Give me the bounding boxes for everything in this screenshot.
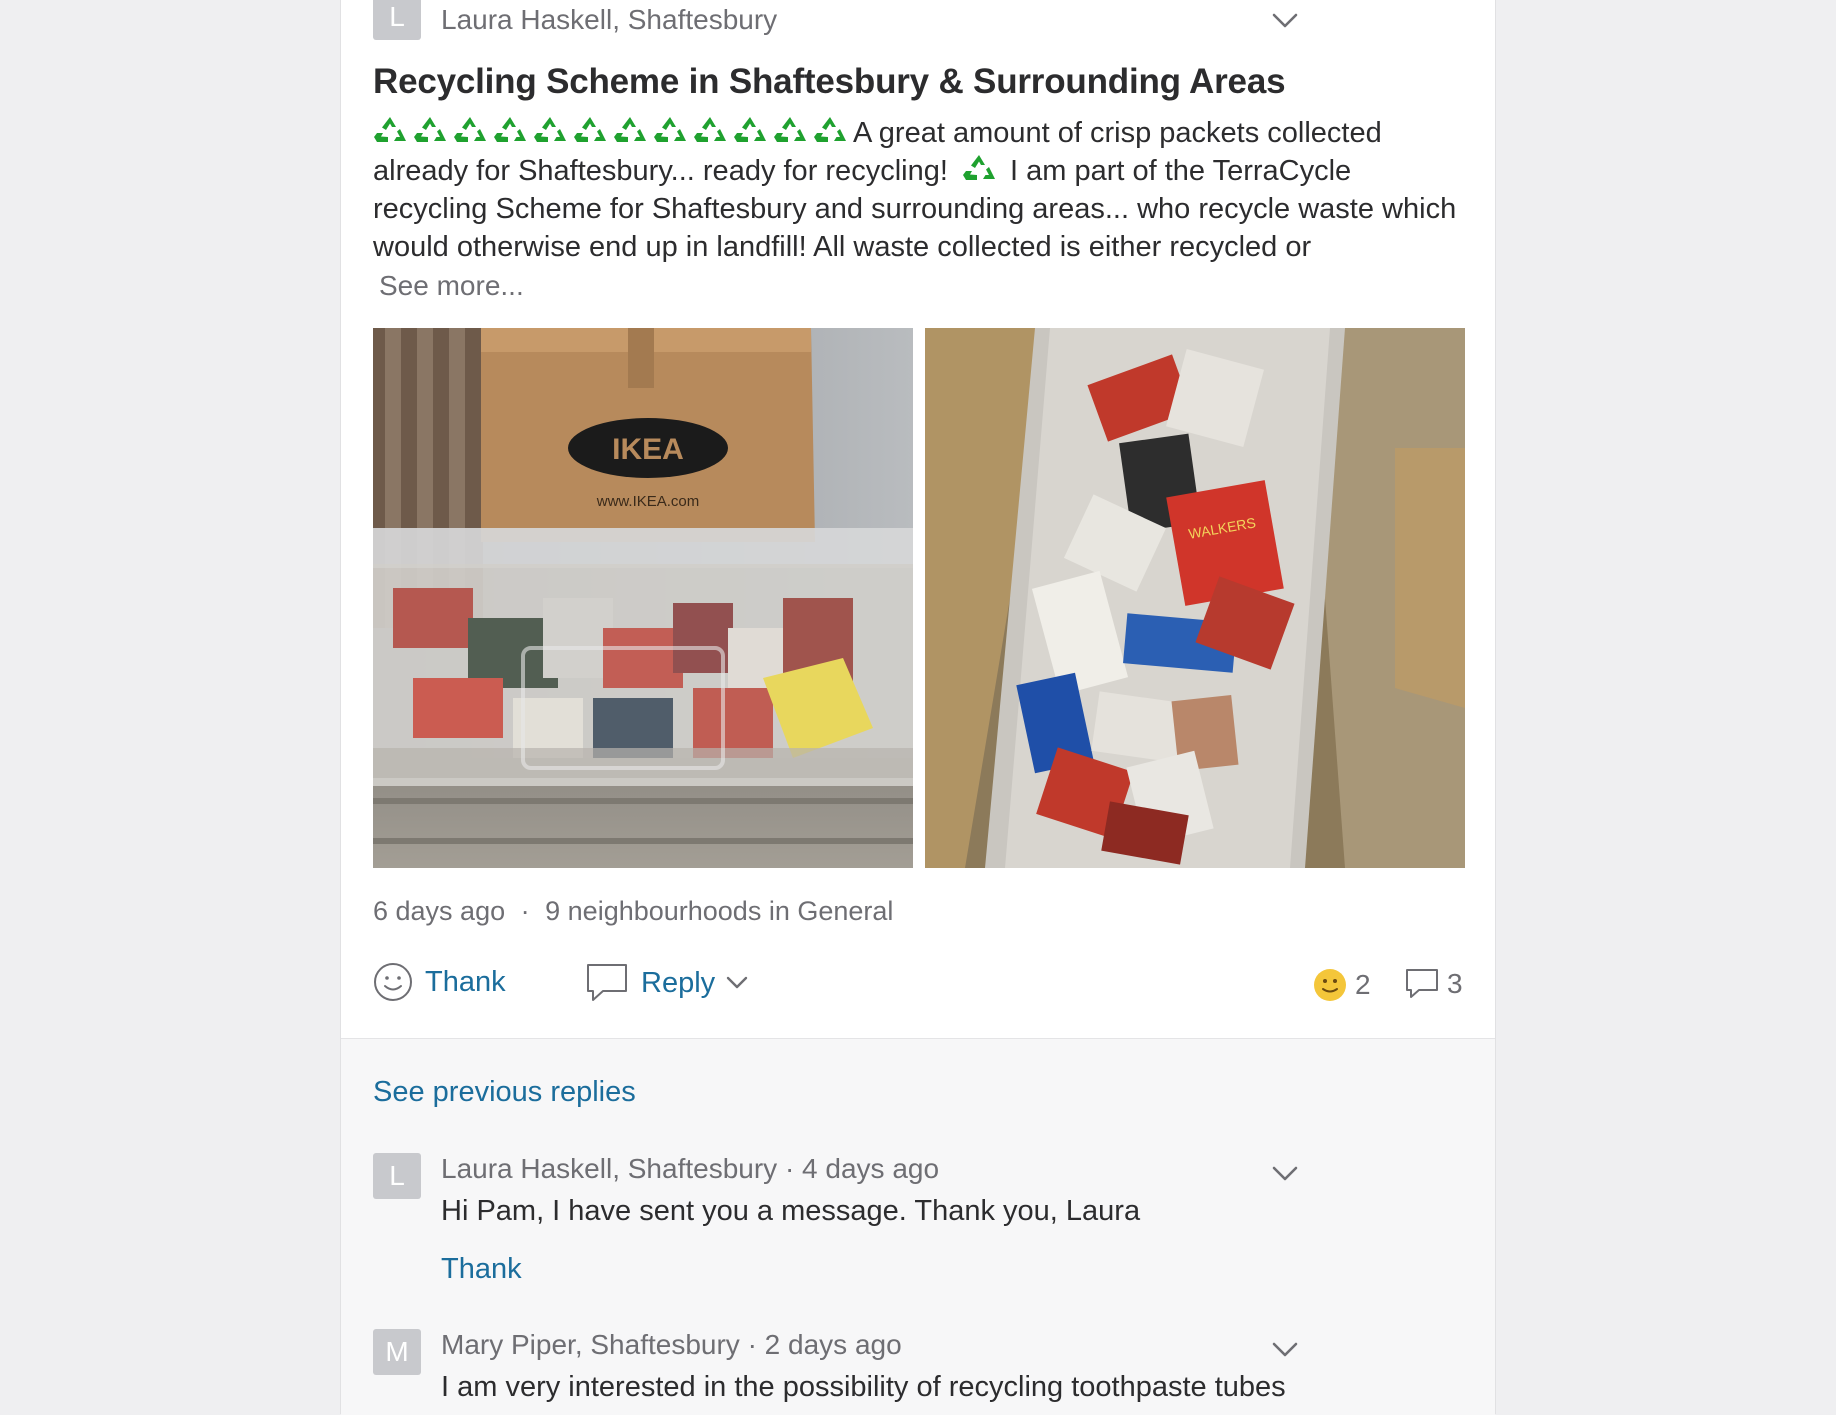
reply-avatar[interactable]: L: [373, 1153, 421, 1199]
recycle-icon: [494, 117, 526, 142]
post-age[interactable]: 6 days ago: [373, 896, 505, 926]
recycle-icon: [962, 155, 995, 180]
post-card: L Laura Haskell, Shaftesbury Recycling S…: [340, 0, 1496, 1415]
see-more-link[interactable]: See more...: [379, 270, 524, 302]
reply-author[interactable]: Mary Piper, Shaftesbury · 2 days ago: [441, 1329, 902, 1361]
reply-author[interactable]: Laura Haskell, Shaftesbury · 4 days ago: [441, 1153, 939, 1185]
post-author[interactable]: Laura Haskell, Shaftesbury: [441, 4, 777, 36]
post-options-chevron-icon[interactable]: [1271, 12, 1299, 30]
reply-options-chevron-icon[interactable]: [1271, 1341, 1299, 1359]
chevron-down-icon[interactable]: [725, 975, 749, 991]
reply-button[interactable]: Reply: [585, 962, 749, 1004]
ikea-box-label: IKEA: [612, 433, 684, 466]
recycle-icon: [614, 117, 646, 142]
recycle-icon: [374, 117, 406, 142]
replies-section: See previous replies L Laura Haskell, Sh…: [341, 1038, 1495, 1415]
thanks-count-value: 2: [1355, 969, 1371, 1000]
recycle-icon: [654, 117, 686, 142]
see-previous-replies-link[interactable]: See previous replies: [373, 1076, 636, 1109]
recycle-icon: [774, 117, 806, 142]
replies-count[interactable]: 3: [1405, 968, 1463, 1000]
meta-separator: ·: [520, 896, 530, 926]
thank-label: Thank: [425, 965, 506, 998]
thank-button[interactable]: Thank: [373, 962, 506, 1002]
comment-icon: [1406, 969, 1438, 998]
reply-thank-button[interactable]: Thank: [441, 1253, 522, 1286]
post-meta: 6 days ago · 9 neighbourhoods in General: [373, 896, 893, 927]
author-avatar[interactable]: L: [373, 0, 421, 40]
recycle-icon: [814, 117, 846, 142]
speech-bubble-icon: [587, 964, 627, 1001]
thanks-count[interactable]: 2: [1313, 968, 1371, 1002]
smiley-emoji-icon: [1314, 969, 1346, 1001]
recycle-icon: [734, 117, 766, 142]
recycle-icon: [694, 117, 726, 142]
reply-text: I am very interested in the possibility …: [441, 1371, 1286, 1403]
reply-label: Reply: [641, 966, 716, 999]
replies-count-value: 3: [1447, 968, 1463, 999]
recycle-icons: [373, 117, 853, 149]
reply-options-chevron-icon[interactable]: [1271, 1165, 1299, 1183]
ikea-box-url: www.IKEA.com: [596, 493, 700, 510]
reply-avatar[interactable]: M: [373, 1329, 421, 1375]
recycle-icon: [454, 117, 486, 142]
reply-text: Hi Pam, I have sent you a message. Thank…: [441, 1195, 1141, 1227]
post-title[interactable]: Recycling Scheme in Shaftesbury & Surrou…: [373, 62, 1286, 102]
recycle-icon: [534, 117, 566, 142]
recycle-icon: [414, 117, 446, 142]
crisp-packets-photo[interactable]: WALKERS: [925, 328, 1465, 868]
post-body: A great amount of crisp packets collecte…: [373, 114, 1463, 266]
smiley-icon: [374, 963, 412, 1001]
post-audience[interactable]: 9 neighbourhoods in General: [545, 896, 893, 926]
ikea-box-photo[interactable]: IKEA www.IKEA.com: [373, 328, 913, 868]
recycle-icon: [574, 117, 606, 142]
